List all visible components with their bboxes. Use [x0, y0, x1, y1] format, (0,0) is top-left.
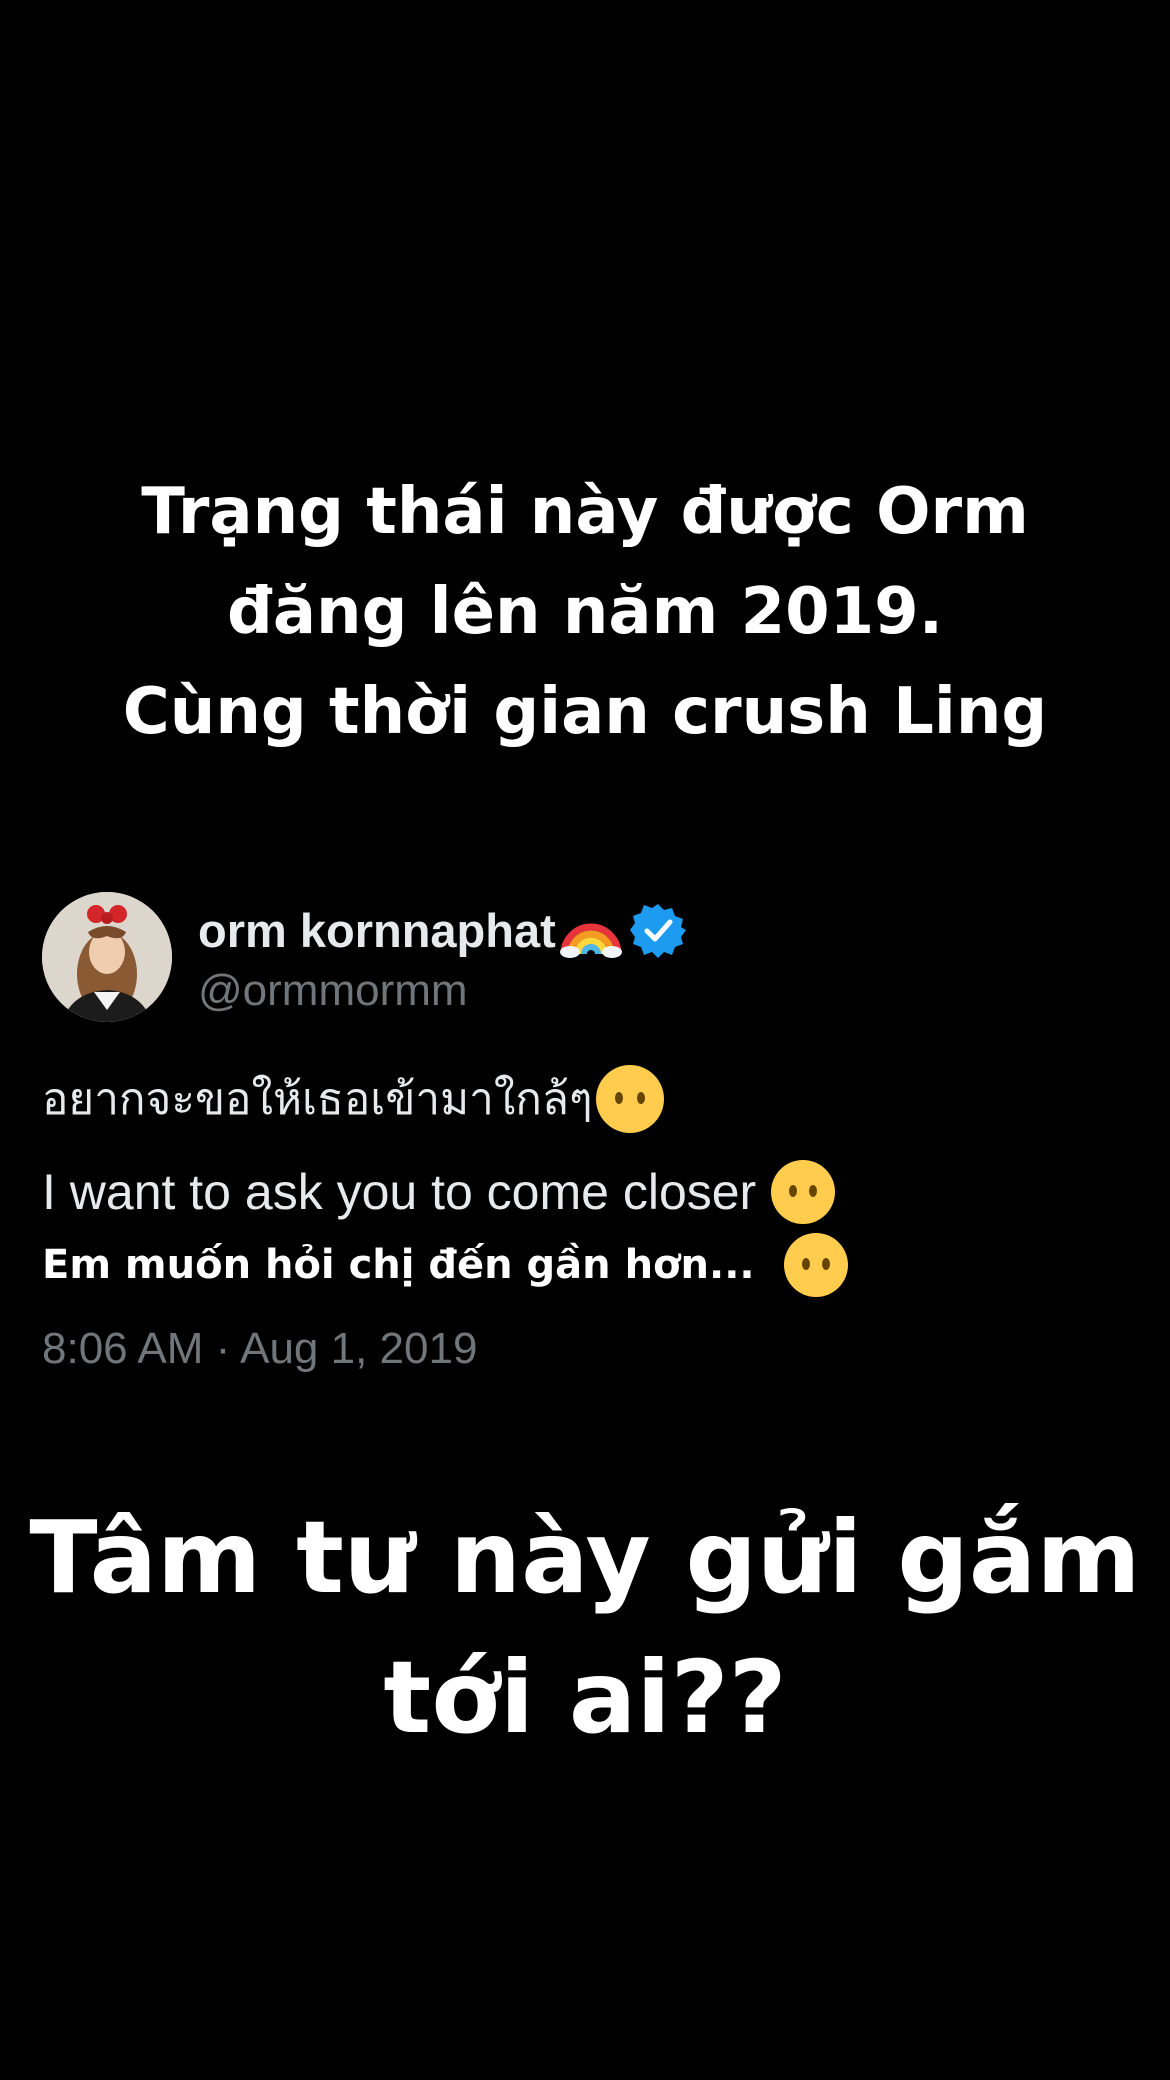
tweet-text-vietnamese-line: Em muốn hỏi chị đến gần hơn... [42, 1230, 1128, 1300]
neutral-face-icon [770, 1159, 836, 1225]
top-caption-line-1: Trạng thái này được Orm [141, 475, 1029, 549]
avatar-photo [42, 892, 172, 1022]
avatar[interactable] [42, 892, 172, 1022]
tweet-text-vietnamese: Em muốn hỏi chị đến gần hơn... [42, 1242, 755, 1288]
verified-icon[interactable] [629, 902, 686, 958]
display-name[interactable]: orm kornnaphat [198, 903, 556, 958]
tweet-text-thai-line: อยากจะขอให้เธอเข้ามาใกล้ๆ [42, 1062, 1128, 1136]
neutral-face-icon [783, 1232, 849, 1298]
top-caption: Trạng thái này được Orm đăng lên năm 201… [0, 462, 1170, 762]
name-row: orm kornnaphat [198, 900, 686, 960]
rainbow-icon [559, 902, 622, 958]
top-caption-line-2: đăng lên năm 2019. [227, 575, 943, 649]
handle[interactable]: @ormmormm [198, 966, 686, 1016]
bottom-caption-line-1: Tâm tư này gửi gắm [29, 1499, 1141, 1616]
top-caption-line-3: Cùng thời gian crush Ling [122, 675, 1048, 749]
tweet-body: อยากจะขอให้เธอเข้ามาใกล้ๆ I want to ask … [42, 1062, 1128, 1374]
tweet-author: orm kornnaphat @ormmormm [198, 900, 686, 1016]
bottom-caption-line-2: tới ai?? [383, 1639, 787, 1756]
neutral-face-icon [595, 1064, 665, 1134]
tweet-text-thai: อยากจะขอให้เธอเข้ามาใกล้ๆ [42, 1074, 593, 1125]
tweet-text-english: I want to ask you to come closer [42, 1164, 757, 1220]
tweet-text-english-line: I want to ask you to come closer [42, 1156, 1128, 1228]
bottom-caption: Tâm tư này gửi gắm tới ai?? [0, 1488, 1170, 1768]
tweet-timestamp[interactable]: 8:06 AM · Aug 1, 2019 [42, 1324, 1128, 1374]
